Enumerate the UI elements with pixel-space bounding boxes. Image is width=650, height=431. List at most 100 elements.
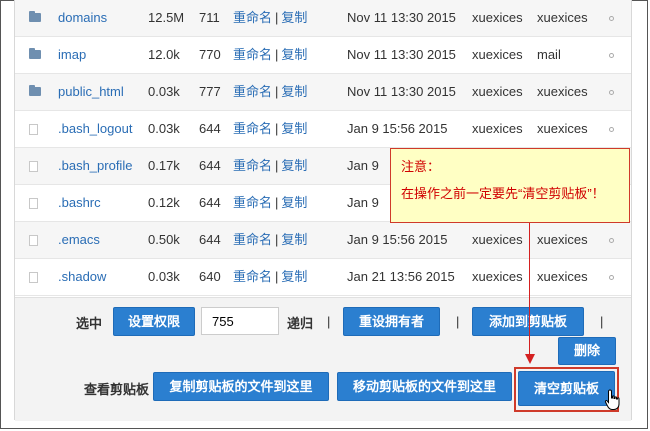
copy-link[interactable]: 复制 — [281, 269, 307, 284]
file-size: 12.5M — [148, 10, 185, 25]
file-permission: 644 — [199, 121, 221, 136]
file-size: 0.03k — [148, 121, 180, 136]
file-group: mail — [537, 47, 561, 62]
file-name-link[interactable]: .emacs — [58, 222, 100, 258]
copy-link[interactable]: 复制 — [281, 10, 307, 25]
row-actions: 重命名 | 复制 — [233, 74, 307, 110]
row-checkbox[interactable] — [609, 90, 614, 95]
rename-link[interactable]: 重命名 — [233, 84, 272, 99]
file-owner: xuexices — [472, 84, 523, 99]
copy-link[interactable]: 复制 — [281, 195, 307, 210]
file-owner: xuexices — [472, 121, 523, 136]
file-name-link[interactable]: .bash_profile — [58, 148, 132, 184]
file-permission: 644 — [199, 158, 221, 173]
file-owner: xuexices — [472, 232, 523, 247]
file-date: Jan 9 — [347, 158, 379, 173]
row-actions: 重命名 | 复制 — [233, 0, 307, 36]
separator: | — [275, 232, 279, 247]
row-checkbox[interactable] — [609, 238, 614, 243]
folder-icon — [29, 85, 41, 96]
file-name-link[interactable]: .shadow — [58, 259, 106, 295]
table-row: public_html 0.03k 777 重命名 | 复制 Nov 11 13:30 20… — [15, 74, 631, 111]
recursive-label[interactable]: 递归 — [287, 313, 313, 332]
file-owner: xuexices — [472, 269, 523, 284]
file-date: Nov 11 13:30 2015 — [347, 84, 456, 99]
file-permission: 711 — [199, 10, 220, 25]
separator: | — [327, 314, 331, 329]
file-date: Jan 9 — [347, 195, 379, 210]
file-icon — [29, 272, 38, 283]
file-group: xuexices — [537, 232, 588, 247]
separator: | — [456, 314, 460, 329]
folder-icon — [29, 11, 41, 22]
file-size: 0.03k — [148, 269, 180, 284]
rename-link[interactable]: 重命名 — [233, 47, 272, 62]
table-row: .shadow 0.03k 640 重命名 | 复制 Jan 21 13:56 2015 xu… — [15, 259, 631, 296]
separator: | — [275, 84, 279, 99]
file-permission: 644 — [199, 232, 221, 247]
file-group: xuexices — [537, 121, 588, 136]
reset-owner-button[interactable]: 重设拥有者 — [343, 307, 440, 336]
file-size: 0.50k — [148, 232, 180, 247]
table-row: domains 12.5M 711 重命名 | 复制 Nov 11 13:30 2015 xu… — [15, 0, 631, 37]
table-row: .emacs 0.50k 644 重命名 | 复制 Jan 9 15:56 2015 xuex… — [15, 222, 631, 259]
file-name-link[interactable]: imap — [58, 37, 86, 73]
rename-link[interactable]: 重命名 — [233, 158, 272, 173]
file-size: 0.17k — [148, 158, 180, 173]
file-size: 0.12k — [148, 195, 180, 210]
copy-link[interactable]: 复制 — [281, 158, 307, 173]
copy-link[interactable]: 复制 — [281, 232, 307, 247]
file-icon — [29, 161, 38, 172]
delete-button[interactable]: 删除 — [558, 337, 616, 365]
file-name-link[interactable]: public_html — [58, 74, 124, 110]
row-actions: 重命名 | 复制 — [233, 185, 307, 221]
rename-link[interactable]: 重命名 — [233, 269, 272, 284]
table-row: imap 12.0k 770 重命名 | 复制 Nov 11 13:30 2015 xuexi… — [15, 37, 631, 74]
row-actions: 重命名 | 复制 — [233, 148, 307, 184]
file-date: Nov 11 13:30 2015 — [347, 10, 456, 25]
copy-link[interactable]: 复制 — [281, 47, 307, 62]
row-checkbox[interactable] — [609, 53, 614, 58]
row-checkbox[interactable] — [609, 16, 614, 21]
separator: | — [275, 158, 279, 173]
file-name-link[interactable]: domains — [58, 0, 107, 36]
separator: | — [275, 195, 279, 210]
copy-clipboard-here-button[interactable]: 复制剪贴板的文件到这里 — [153, 372, 329, 401]
file-name-link[interactable]: .bashrc — [58, 185, 101, 221]
separator: | — [600, 314, 604, 329]
file-icon — [29, 235, 38, 246]
rename-link[interactable]: 重命名 — [233, 232, 272, 247]
file-group: xuexices — [537, 10, 588, 25]
permission-input[interactable] — [201, 307, 279, 335]
move-clipboard-here-button[interactable]: 移动剪贴板的文件到这里 — [337, 372, 512, 401]
separator: | — [275, 269, 279, 284]
separator: | — [275, 121, 279, 136]
file-size: 12.0k — [148, 47, 180, 62]
file-owner: xuexices — [472, 47, 523, 62]
copy-link[interactable]: 复制 — [281, 84, 307, 99]
set-permission-button[interactable]: 设置权限 — [113, 307, 195, 336]
file-permission: 644 — [199, 195, 221, 210]
copy-link[interactable]: 复制 — [281, 121, 307, 136]
callout-title: 注意： — [401, 159, 441, 174]
row-checkbox[interactable] — [609, 275, 614, 280]
file-permission: 640 — [199, 269, 221, 284]
row-actions: 重命名 | 复制 — [233, 222, 307, 258]
row-checkbox[interactable] — [609, 127, 614, 132]
selection-label: 选中 — [76, 316, 103, 331]
add-to-clipboard-button[interactable]: 添加到剪贴板 — [472, 307, 584, 336]
file-date: Nov 11 13:30 2015 — [347, 47, 456, 62]
warning-callout: 注意： 在操作之前一定要先“清空剪贴板”！ — [390, 148, 630, 223]
table-row: .bash_logout 0.03k 644 重命名 | 复制 Jan 9 15:56 20… — [15, 111, 631, 148]
file-date: Jan 9 15:56 2015 — [347, 232, 448, 247]
rename-link[interactable]: 重命名 — [233, 10, 272, 25]
rename-link[interactable]: 重命名 — [233, 121, 272, 136]
row-actions: 重命名 | 复制 — [233, 37, 307, 73]
file-owner: xuexices — [472, 10, 523, 25]
file-name-link[interactable]: .bash_logout — [58, 111, 132, 147]
file-group: xuexices — [537, 269, 588, 284]
rename-link[interactable]: 重命名 — [233, 195, 272, 210]
annotation-arrow — [529, 223, 530, 356]
arrow-head-icon — [525, 354, 535, 364]
file-group: xuexices — [537, 84, 588, 99]
